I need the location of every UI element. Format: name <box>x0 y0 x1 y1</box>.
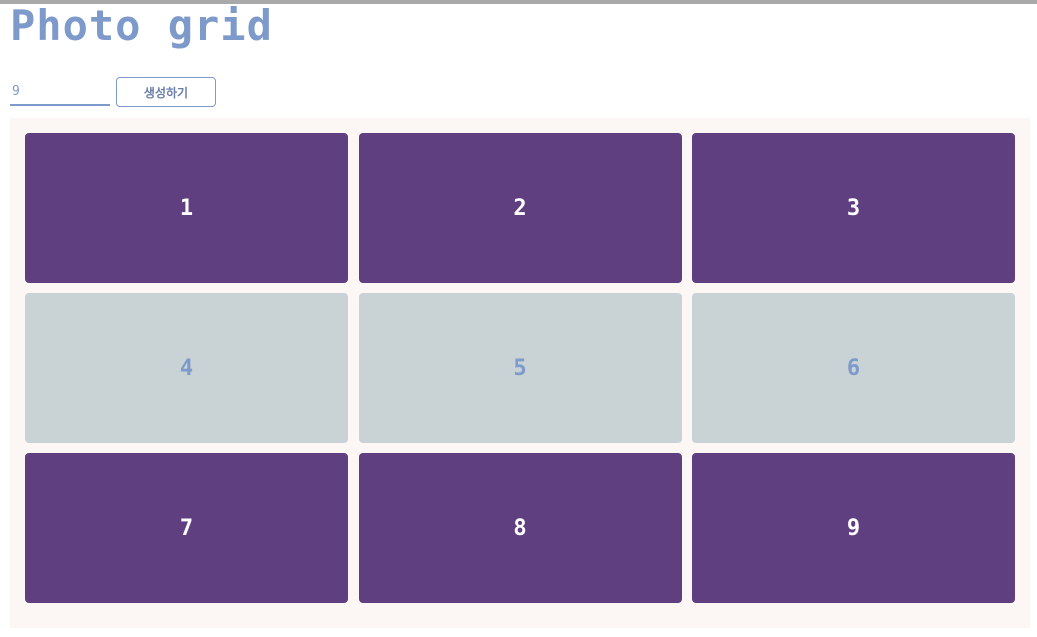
grid-cell[interactable]: 7 <box>25 453 348 603</box>
grid-cell[interactable]: 8 <box>358 453 682 603</box>
photo-grid: 1 2 3 4 5 6 7 8 9 <box>10 118 1030 628</box>
grid-cell[interactable]: 9 <box>692 453 1015 603</box>
grid-cell[interactable]: 2 <box>358 133 682 283</box>
grid-controls: 생성하기 <box>10 77 216 107</box>
grid-cell[interactable]: 6 <box>692 293 1015 443</box>
grid-cell[interactable]: 1 <box>25 133 348 283</box>
cell-count-input[interactable] <box>10 78 110 106</box>
generate-button[interactable]: 생성하기 <box>116 77 216 107</box>
grid-cell[interactable]: 3 <box>692 133 1015 283</box>
page-title: Photo grid <box>10 1 273 50</box>
grid-cell[interactable]: 5 <box>358 293 682 443</box>
grid-cell[interactable]: 4 <box>25 293 348 443</box>
